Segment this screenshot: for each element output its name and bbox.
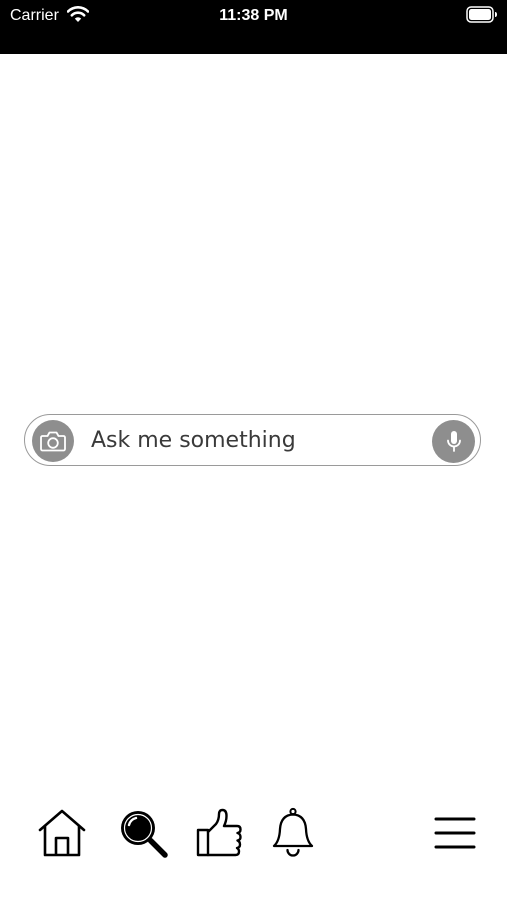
bell-icon xyxy=(272,807,314,857)
ask-bar xyxy=(24,414,481,466)
tab-bar xyxy=(0,790,507,880)
camera-button[interactable] xyxy=(32,420,74,462)
tab-notifications[interactable] xyxy=(266,806,320,860)
thumbs-up-icon xyxy=(196,808,242,857)
tab-menu[interactable] xyxy=(428,806,482,860)
tab-like[interactable] xyxy=(192,806,246,860)
camera-icon xyxy=(40,431,66,452)
microphone-button[interactable] xyxy=(432,420,475,463)
tab-home[interactable] xyxy=(35,806,89,860)
battery-icon xyxy=(466,6,497,23)
search-icon xyxy=(121,811,168,858)
home-icon xyxy=(38,809,86,857)
status-bar: Carrier 11:38 PM xyxy=(0,0,507,54)
ask-input[interactable] xyxy=(91,423,421,457)
menu-icon xyxy=(434,817,476,849)
status-time: 11:38 PM xyxy=(219,7,288,24)
microphone-icon xyxy=(446,430,461,452)
tab-search[interactable] xyxy=(116,806,170,860)
